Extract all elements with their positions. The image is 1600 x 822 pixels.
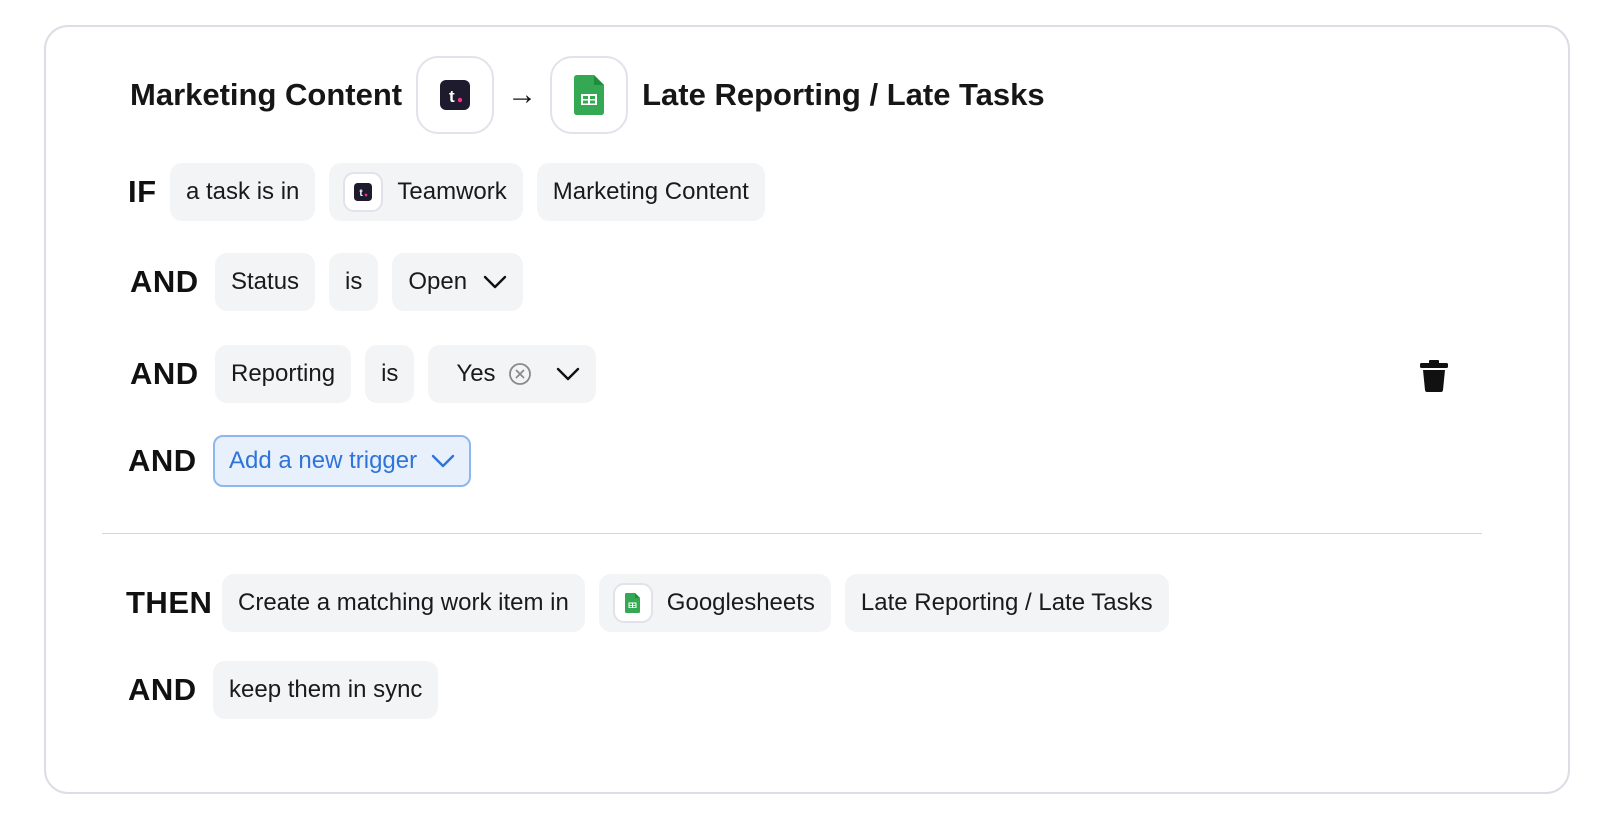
chevron-down-icon [556, 367, 579, 381]
and-keyword: AND [128, 443, 197, 478]
googlesheets-mini-badge [612, 583, 653, 623]
automation-rule-card: Marketing Content t → Late Reporting / L… [44, 25, 1570, 794]
reporting-value-label: Yes [456, 360, 496, 387]
if-condition-row: IF a task is in t Teamwork Marketing Con… [128, 163, 779, 221]
and-keyword: AND [130, 264, 199, 299]
target-app-chip[interactable]: Googlesheets [598, 574, 831, 632]
reporting-field-chip: Reporting [215, 345, 352, 403]
svg-text:t: t [360, 188, 364, 199]
sync-row: AND keep them in sync [128, 661, 452, 719]
reporting-operator-chip: is [365, 345, 415, 403]
add-trigger-label: Add a new trigger [229, 447, 418, 474]
destination-title: Late Reporting / Late Tasks [642, 77, 1045, 112]
target-app-label: Googlesheets [666, 589, 815, 616]
teamwork-mini-badge: t [343, 172, 384, 212]
source-title: Marketing Content [130, 77, 403, 112]
section-divider [102, 533, 1482, 534]
google-sheets-icon [574, 75, 605, 115]
action-chip: Create a matching work item in [222, 574, 585, 632]
rule-header: Marketing Content t → Late Reporting / L… [130, 55, 1045, 135]
source-app-chip[interactable]: t Teamwork [329, 163, 523, 221]
then-action-row: THEN Create a matching work item in Goog… [126, 574, 1183, 632]
reporting-value-dropdown[interactable]: Yes [428, 345, 596, 403]
then-keyword: THEN [126, 585, 213, 620]
source-project-chip[interactable]: Marketing Content [536, 163, 765, 221]
sync-direction-arrow: → [507, 78, 538, 111]
add-trigger-button[interactable]: Add a new trigger [213, 435, 472, 487]
condition-chip: a task is in [170, 163, 316, 221]
status-value-label: Open [408, 268, 468, 295]
googlesheets-app-badge [550, 56, 629, 134]
status-operator-chip: is [329, 253, 379, 311]
source-app-label: Teamwork [397, 178, 507, 205]
google-sheets-icon [625, 593, 641, 613]
and-keyword: AND [130, 356, 199, 391]
reporting-condition-row: AND Reporting is Yes [130, 345, 610, 403]
teamwork-icon: t [354, 183, 373, 201]
chevron-down-icon [483, 275, 507, 289]
teamwork-app-badge: t [416, 56, 495, 134]
teamwork-icon: t [440, 80, 471, 110]
sync-chip: keep them in sync [213, 661, 439, 719]
status-condition-row: AND Status is Open [130, 253, 537, 311]
trash-icon[interactable] [1420, 360, 1448, 392]
target-sheet-chip[interactable]: Late Reporting / Late Tasks [844, 574, 1169, 632]
add-trigger-row: AND Add a new trigger [128, 435, 472, 487]
chevron-down-icon [431, 454, 455, 468]
status-field-chip: Status [215, 253, 316, 311]
status-value-dropdown[interactable]: Open [392, 253, 524, 311]
svg-text:t: t [449, 87, 455, 106]
clear-circle-icon[interactable] [508, 362, 532, 386]
and-keyword: AND [128, 672, 197, 707]
if-keyword: IF [128, 174, 157, 209]
